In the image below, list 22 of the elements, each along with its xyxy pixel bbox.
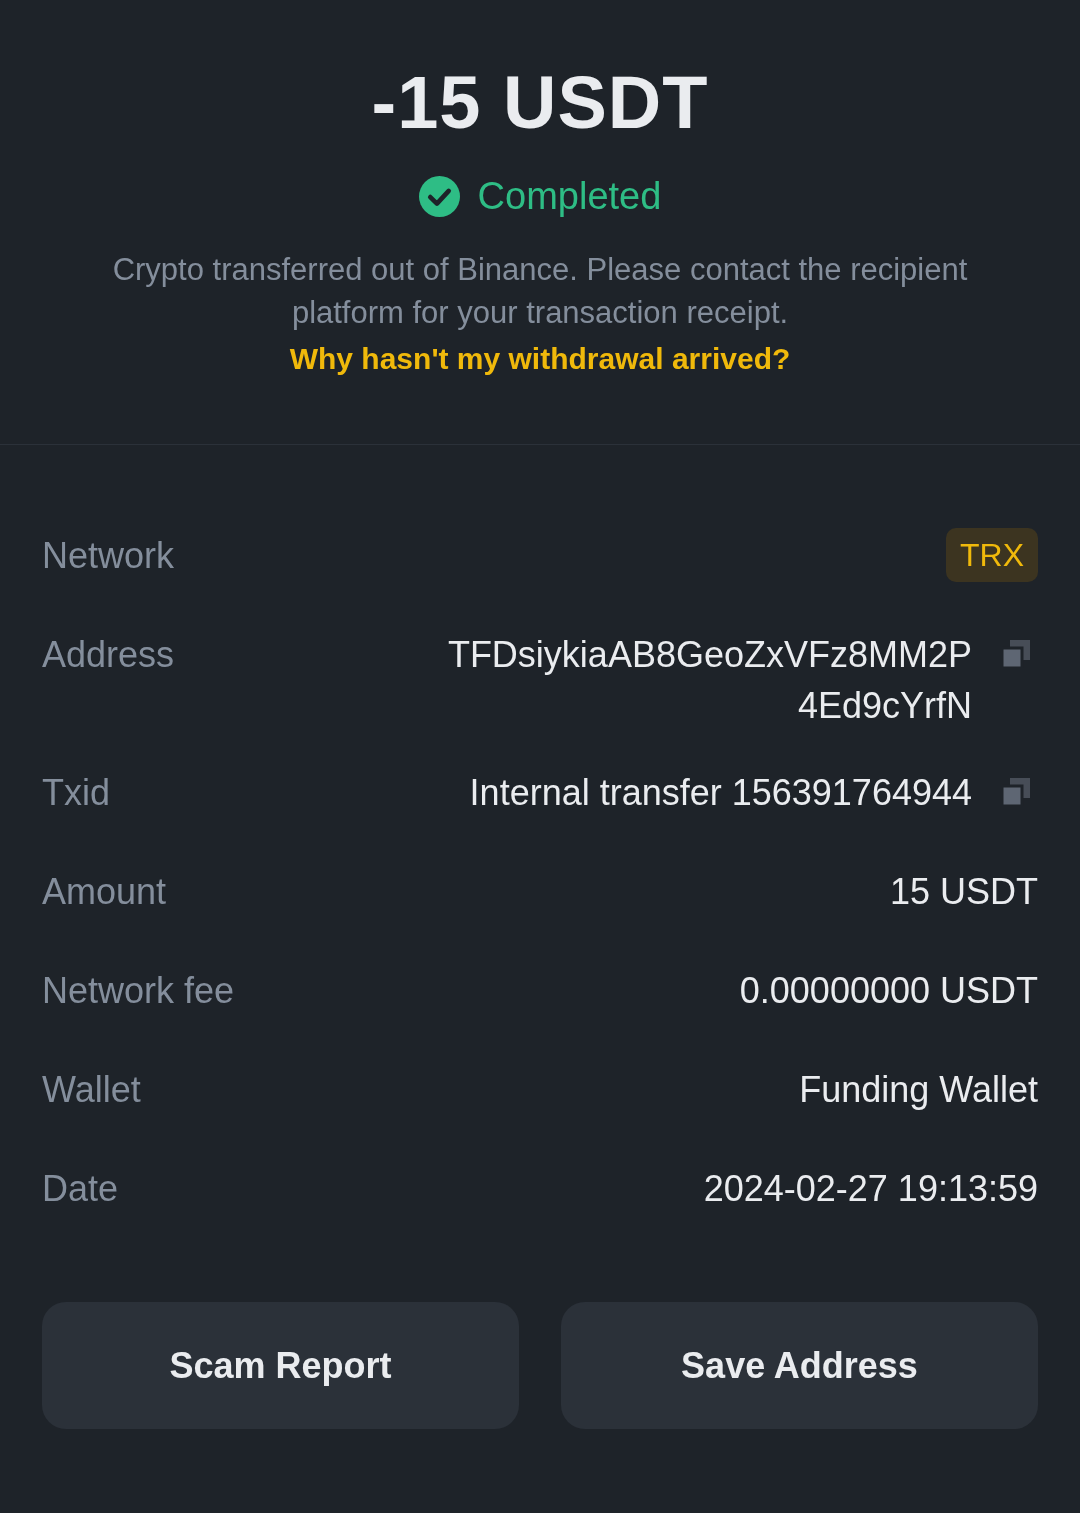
help-link[interactable]: Why hasn't my withdrawal arrived?	[289, 336, 791, 382]
detail-label: Amount	[42, 870, 167, 914]
detail-value: 15 USDT	[889, 870, 1038, 914]
notice-text: Crypto transferred out of Binance. Please contact the recipient platform for your transaction receipt.	[111, 251, 969, 332]
detail-label: Address	[42, 633, 175, 677]
save-address-button[interactable]: Save Address	[561, 1302, 1038, 1429]
copy-icon[interactable]	[1002, 778, 1030, 806]
detail-value: 0.00000000 USDT	[739, 969, 1038, 1013]
detail-value: TFDsiykiaAB8GeoZxVFz8MM2P 4Ed9cYrfN	[447, 633, 972, 728]
detail-label: Txid	[42, 771, 110, 815]
detail-value: Funding Wallet	[799, 1068, 1038, 1112]
detail-value: Internal transfer 156391764944	[469, 771, 972, 815]
detail-label: Network fee	[42, 969, 235, 1013]
amount-title: -15 USDT	[371, 60, 709, 146]
detail-value: 2024-02-27 19:13:59	[703, 1167, 1038, 1211]
network-badge: TRX	[946, 528, 1038, 582]
copy-icon[interactable]	[1002, 640, 1030, 668]
detail-label: Wallet	[42, 1068, 141, 1112]
scam-report-button[interactable]: Scam Report	[42, 1302, 519, 1429]
status-label: Completed	[477, 174, 662, 219]
detail-label: Network	[42, 534, 175, 578]
detail-label: Date	[42, 1167, 119, 1211]
